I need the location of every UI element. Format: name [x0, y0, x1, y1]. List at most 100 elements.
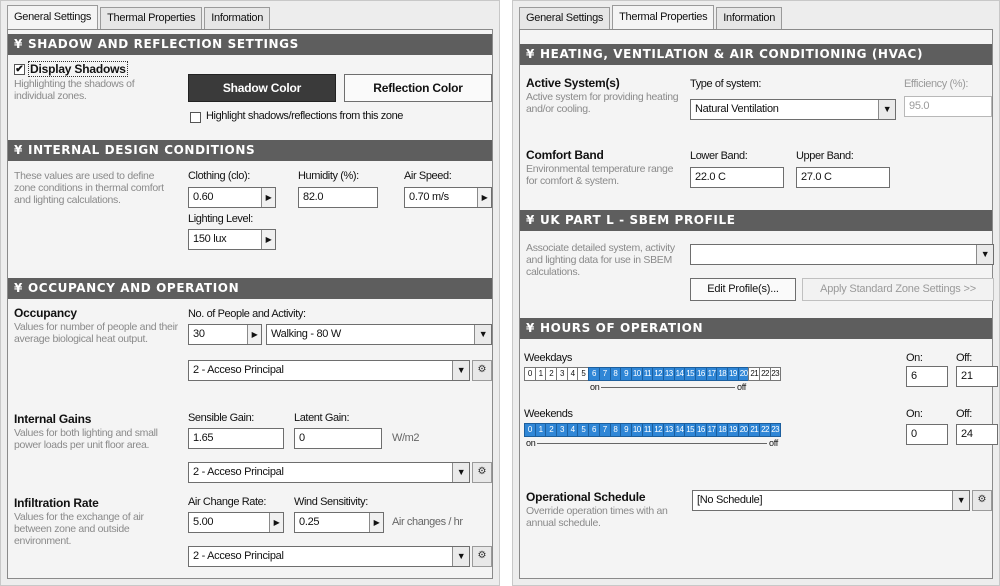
upper-band-input[interactable]: 27.0 C	[796, 167, 890, 188]
hour-cell[interactable]: 12	[652, 367, 663, 381]
schedule-editor-icon[interactable]: ⚙	[972, 490, 992, 511]
edit-profiles-button[interactable]: Edit Profile(s)...	[690, 278, 796, 301]
schedule-editor-icon[interactable]: ⚙	[472, 546, 492, 567]
hour-cell[interactable]: 15	[684, 423, 695, 437]
tab-general-settings[interactable]: General Settings	[7, 5, 99, 29]
hour-cell[interactable]: 7	[598, 423, 610, 437]
hour-cell[interactable]: 1	[534, 423, 546, 437]
tab-general-settings[interactable]: General Settings	[519, 7, 611, 29]
display-shadows-label[interactable]: Display Shadows	[28, 61, 128, 77]
highlight-zone-checkbox[interactable]	[190, 112, 201, 123]
hour-cell[interactable]: 19	[727, 367, 738, 381]
occupancy-schedule-select[interactable]: 2 - Acceso Principal ▼	[188, 360, 470, 381]
hour-cell[interactable]: 13	[662, 367, 674, 381]
chevron-down-icon[interactable]: ▼	[474, 325, 491, 344]
hour-cell[interactable]: 18	[716, 423, 728, 437]
hour-cell[interactable]: 5	[577, 367, 589, 381]
hours-section-header[interactable]: ¥ HOURS OF OPERATION	[520, 318, 992, 339]
sbem-section-header[interactable]: ¥ UK PART L - SBEM PROFILE	[520, 210, 992, 231]
reflection-color-button[interactable]: Reflection Color	[344, 74, 492, 102]
hour-cell[interactable]: 5	[577, 423, 589, 437]
sensible-gain-input[interactable]: 1.65	[188, 428, 284, 449]
hour-cell[interactable]: 0	[524, 367, 535, 381]
hour-cell[interactable]: 16	[695, 367, 706, 381]
hour-cell[interactable]: 21	[748, 423, 760, 437]
chevron-down-icon[interactable]: ▼	[452, 463, 469, 482]
chevron-down-icon[interactable]: ▼	[452, 547, 469, 566]
wind-sensitivity-input[interactable]: 0.25 ▶	[294, 512, 384, 533]
internal-design-section-header[interactable]: ¥ INTERNAL DESIGN CONDITIONS	[8, 140, 492, 161]
hour-cell[interactable]: 15	[684, 367, 695, 381]
latent-gain-input[interactable]: 0	[294, 428, 382, 449]
humidity-input[interactable]: 82.0	[298, 187, 378, 208]
weekday-hours-bar[interactable]: 0 1 2 3 4 5 6 7 8 9 10 11 12 13 14 15 16 17 18 19 20 21 22 23	[524, 367, 781, 381]
hour-cell[interactable]: 6	[588, 367, 599, 381]
display-shadows-checkbox[interactable]: ✔	[14, 64, 25, 75]
tab-information[interactable]: Information	[204, 7, 271, 29]
lighting-input[interactable]: 150 lux ▶	[188, 229, 276, 250]
schedule-editor-icon[interactable]: ⚙	[472, 462, 492, 483]
hour-cell[interactable]: 2	[545, 423, 557, 437]
infiltration-schedule-select[interactable]: 2 - Acceso Principal ▼	[188, 546, 470, 567]
air-change-rate-input[interactable]: 5.00 ▶	[188, 512, 284, 533]
hour-cell[interactable]: 17	[705, 367, 717, 381]
air-speed-input[interactable]: 0.70 m/s ▶	[404, 187, 492, 208]
schedule-editor-icon[interactable]: ⚙	[472, 360, 492, 381]
hour-cell[interactable]: 3	[556, 423, 567, 437]
chevron-down-icon[interactable]: ▼	[952, 491, 969, 510]
hour-cell[interactable]: 20	[737, 367, 749, 381]
hour-cell[interactable]: 1	[534, 367, 546, 381]
hour-cell[interactable]: 10	[630, 367, 642, 381]
hour-cell[interactable]: 4	[566, 367, 578, 381]
weekend-hours-bar[interactable]: 0 1 2 3 4 5 6 7 8 9 10 11 12 13 14 15 16 17 18 19 20 21 22 23	[524, 423, 781, 437]
hour-cell[interactable]: 7	[598, 367, 610, 381]
stepper-arrow-icon[interactable]: ▶	[269, 513, 283, 532]
hour-cell[interactable]: 23	[769, 423, 781, 437]
shadow-section-header[interactable]: ¥ SHADOW AND REFLECTION SETTINGS	[8, 34, 492, 55]
shadow-color-button[interactable]: Shadow Color	[188, 74, 336, 102]
stepper-arrow-icon[interactable]: ▶	[261, 230, 275, 249]
hour-cell[interactable]: 20	[737, 423, 749, 437]
hour-cell[interactable]: 6	[588, 423, 599, 437]
tab-information[interactable]: Information	[716, 7, 783, 29]
hour-cell[interactable]: 3	[556, 367, 567, 381]
weekend-off-input[interactable]: 24	[956, 424, 998, 445]
hour-cell[interactable]: 14	[673, 423, 685, 437]
weekday-off-input[interactable]: 21	[956, 366, 998, 387]
weekend-on-input[interactable]: 0	[906, 424, 948, 445]
clothing-input[interactable]: 0.60 ▶	[188, 187, 276, 208]
occupancy-section-header[interactable]: ¥ OCCUPANCY AND OPERATION	[8, 278, 492, 299]
hour-cell[interactable]: 8	[609, 423, 621, 437]
hour-cell[interactable]: 4	[566, 423, 578, 437]
hour-cell[interactable]: 17	[705, 423, 717, 437]
weekday-on-input[interactable]: 6	[906, 366, 948, 387]
efficiency-input[interactable]: 95.0	[904, 96, 992, 117]
hour-cell[interactable]: 0	[524, 423, 535, 437]
gains-schedule-select[interactable]: 2 - Acceso Principal ▼	[188, 462, 470, 483]
hour-cell[interactable]: 22	[759, 423, 770, 437]
hour-cell[interactable]: 10	[630, 423, 642, 437]
hour-cell[interactable]: 9	[620, 423, 631, 437]
apply-standard-zone-settings-button[interactable]: Apply Standard Zone Settings >>	[802, 278, 994, 301]
hour-cell[interactable]: 11	[641, 367, 653, 381]
hour-cell[interactable]: 22	[759, 367, 770, 381]
operational-schedule-select[interactable]: [No Schedule] ▼	[692, 490, 970, 511]
hour-cell[interactable]: 18	[716, 367, 728, 381]
tab-thermal-properties[interactable]: Thermal Properties	[612, 5, 715, 29]
chevron-down-icon[interactable]: ▼	[976, 245, 993, 264]
hour-cell[interactable]: 21	[748, 367, 760, 381]
stepper-arrow-icon[interactable]: ▶	[477, 188, 491, 207]
hour-cell[interactable]: 11	[641, 423, 653, 437]
lower-band-input[interactable]: 22.0 C	[690, 167, 784, 188]
chevron-down-icon[interactable]: ▼	[452, 361, 469, 380]
hour-cell[interactable]: 2	[545, 367, 557, 381]
stepper-arrow-icon[interactable]: ▶	[261, 188, 275, 207]
hvac-section-header[interactable]: ¥ HEATING, VENTILATION & AIR CONDITIONING…	[520, 44, 992, 65]
hour-cell[interactable]: 8	[609, 367, 621, 381]
people-count-input[interactable]: 30 ▶	[188, 324, 262, 345]
tab-thermal-properties[interactable]: Thermal Properties	[100, 7, 203, 29]
system-type-select[interactable]: Natural Ventilation ▼	[690, 99, 896, 120]
hour-cell[interactable]: 23	[769, 367, 781, 381]
hour-cell[interactable]: 16	[695, 423, 706, 437]
hour-cell[interactable]: 19	[727, 423, 738, 437]
